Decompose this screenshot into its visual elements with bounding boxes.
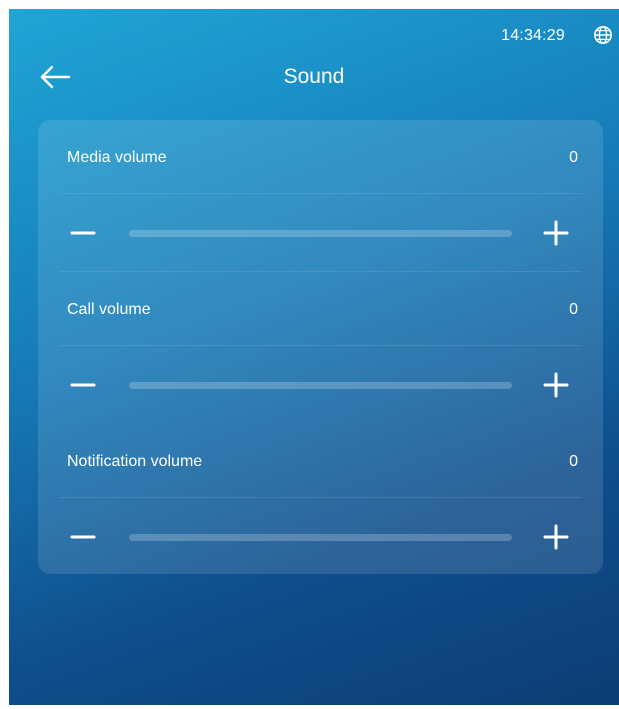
notification-volume-slider[interactable] [129, 534, 512, 541]
status-bar: 14:34:29 [9, 9, 619, 45]
media-volume-slider[interactable] [129, 230, 512, 237]
media-volume-row: Media volume 0 [59, 120, 582, 194]
globe-icon [593, 25, 613, 45]
notification-volume-increase-button[interactable] [539, 522, 573, 552]
minus-icon [66, 231, 100, 252]
call-volume-increase-button[interactable] [539, 370, 573, 400]
plus-icon [539, 524, 573, 556]
media-volume-increase-button[interactable] [539, 218, 573, 248]
notification-volume-slider-row [59, 498, 582, 575]
media-volume-slider-row [59, 194, 582, 272]
call-volume-row: Call volume 0 [59, 272, 582, 346]
media-volume-value: 0 [569, 149, 578, 166]
notification-volume-section: Notification volume 0 [38, 424, 603, 576]
minus-icon [66, 535, 100, 556]
notification-volume-row: Notification volume 0 [59, 424, 582, 498]
media-volume-label: Media volume [67, 149, 167, 166]
minus-icon [66, 383, 100, 404]
media-volume-section: Media volume 0 [38, 120, 603, 272]
call-volume-label: Call volume [67, 301, 151, 318]
call-volume-section: Call volume 0 [38, 272, 603, 424]
call-volume-value: 0 [569, 301, 578, 318]
notification-volume-label: Notification volume [67, 453, 203, 470]
call-volume-slider-row [59, 346, 582, 424]
notification-volume-value: 0 [569, 453, 578, 470]
page-title: Sound [283, 65, 345, 88]
call-volume-slider[interactable] [129, 382, 512, 389]
volume-settings-card: Media volume 0 Call volume 0 Notificatio… [38, 120, 603, 574]
media-volume-decrease-button[interactable] [66, 218, 100, 248]
status-clock: 14:34:29 [501, 27, 565, 44]
sound-settings-screen: 14:34:29 Sound Media volume 0 Call volum… [9, 9, 619, 705]
notification-volume-decrease-button[interactable] [66, 522, 100, 552]
plus-icon [539, 372, 573, 404]
call-volume-decrease-button[interactable] [66, 370, 100, 400]
plus-icon [539, 220, 573, 252]
